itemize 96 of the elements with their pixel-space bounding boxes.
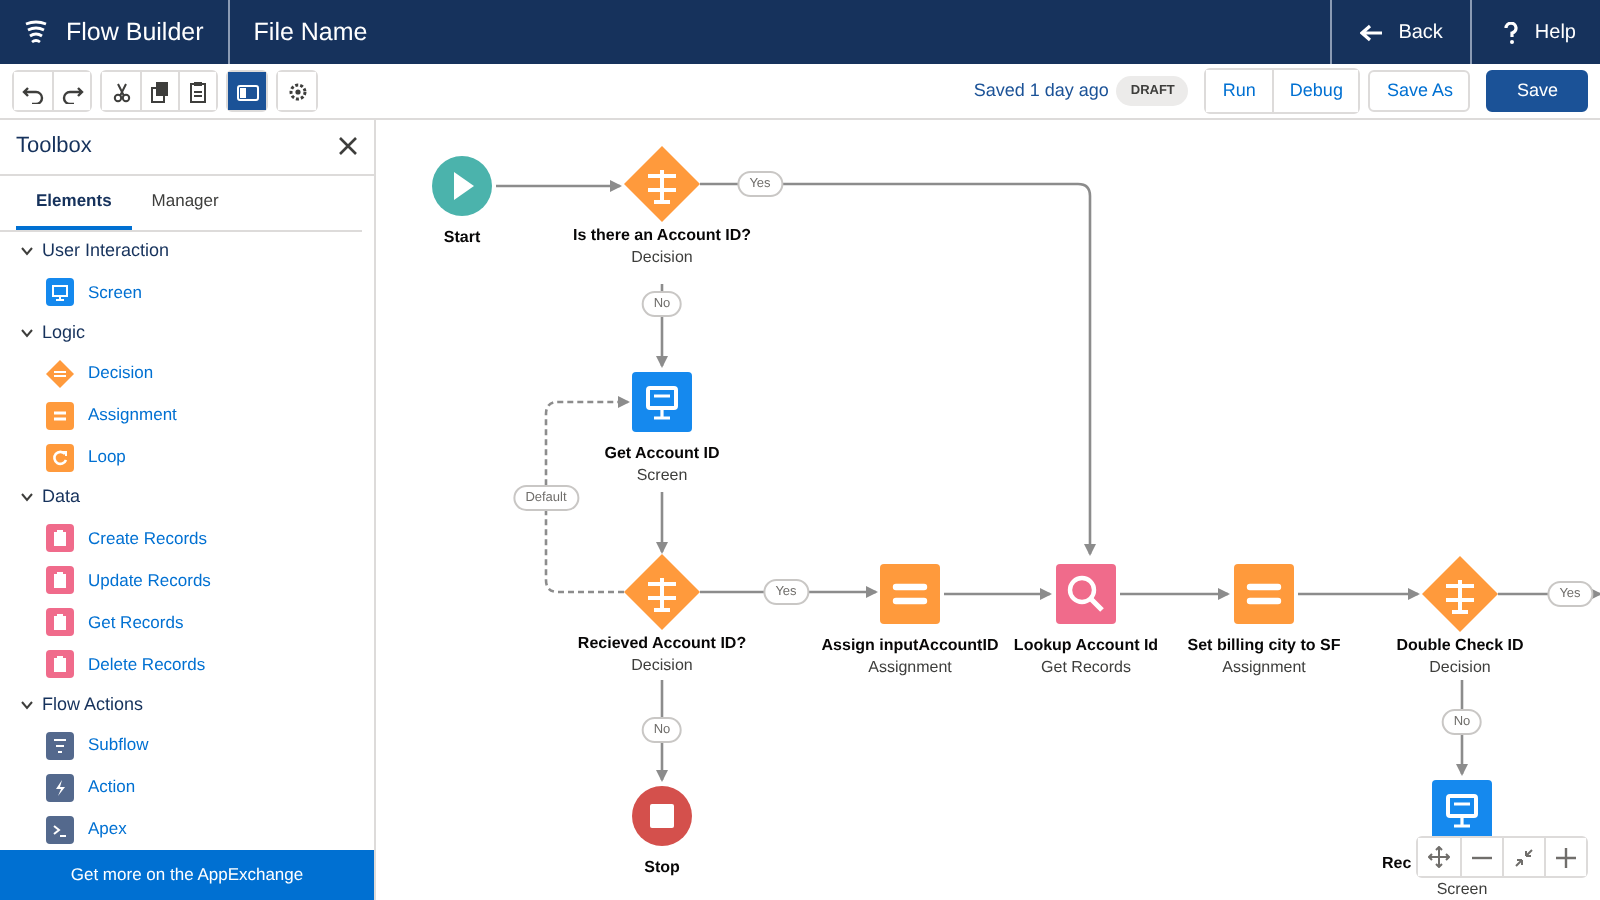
decision-node[interactable] [630,152,694,216]
help-link[interactable]: Help [1504,17,1576,47]
save-status: Saved 1 day ago [973,77,1109,104]
node-type: Get Records [1041,656,1131,680]
toggle-panel-button[interactable] [228,72,266,110]
stop-node[interactable] [630,784,694,848]
chevron-icon[interactable] [20,244,34,259]
signpost-icon [46,359,74,388]
clipboard-icon [46,566,74,595]
zoom-in-button[interactable] [1544,838,1586,876]
node-type: Assignment [1222,656,1306,680]
connector-arrow [1298,588,1420,600]
terminal-icon [46,815,74,844]
equals-icon [46,401,74,430]
connector-arrow [1120,588,1230,600]
panel-tab[interactable]: Manager [131,175,239,230]
clipboard-icon [46,524,74,553]
section-label[interactable]: Data [42,484,81,512]
decision-node[interactable] [1428,562,1492,626]
element-link[interactable]: Screen [88,279,142,305]
section-label[interactable]: User Interaction [42,237,170,265]
element-link[interactable]: Loop [88,444,126,470]
redo-button[interactable] [52,72,90,110]
clipboard-icon [46,608,74,637]
node-title: Is there an Account ID? [572,224,752,248]
screen-node[interactable] [630,370,694,434]
element-link[interactable]: Update Records [88,567,211,594]
save-as-button[interactable]: Save As [1368,70,1471,112]
scissors-icon [109,79,133,103]
appexchange-button[interactable]: Get more on the AppExchange [0,850,374,900]
node-type: Decision [631,654,693,678]
assignment-node[interactable] [878,562,942,626]
element-link[interactable]: Delete Records [88,651,206,677]
node-title: Start [443,226,481,250]
copy-icon [148,79,172,103]
back-arrow-icon [1360,23,1383,41]
chevron-icon[interactable] [20,490,34,505]
flow-logo-icon [24,20,50,44]
node-type: Assignment [868,656,952,680]
debug-button[interactable]: Debug [1271,70,1359,112]
screen-icon [46,277,74,306]
lightning-icon [46,773,74,802]
save-button[interactable]: Save [1486,70,1588,112]
element-link[interactable]: Create Records [88,525,208,552]
assignment-node[interactable] [1232,562,1296,626]
panel-title: Toolbox [16,132,92,163]
element-link[interactable]: Subflow [88,732,149,759]
node-type: Decision [631,246,693,270]
node-title: Get Account ID [604,442,720,466]
connector-arrow [1498,588,1600,600]
app-title: Flow Builder [66,15,204,50]
question-icon [1504,21,1519,43]
plus-icon [1556,847,1576,867]
element-link[interactable]: Apex [88,816,127,842]
node-title: Double Check ID [1396,634,1524,658]
back-link[interactable]: Back [1360,17,1443,47]
start-node[interactable] [430,154,494,218]
node-type: Screen [1436,878,1488,900]
node-title: Rec [1382,852,1412,876]
settings-icon [285,79,309,103]
node-title: Recieved Account ID? [577,632,747,656]
section-label[interactable]: Flow Actions [42,691,144,719]
node-type: Decision [1429,656,1491,680]
close-icon[interactable] [338,136,358,157]
loop-icon [46,443,74,472]
connector-arrow [496,180,622,192]
connector-arrow [944,588,1052,600]
minus-icon [1472,855,1492,859]
element-link[interactable]: Get Records [88,609,184,635]
chevron-icon[interactable] [20,697,34,712]
subflow-icon [46,731,74,760]
element-link[interactable]: Decision [88,360,154,387]
panel-tab[interactable]: Elements [16,175,132,230]
file-name: File Name [253,15,368,50]
clipboard-icon [46,650,74,679]
node-title: Set billing city to SF [1187,634,1341,658]
panel-icon [235,79,259,103]
node-title: Assign inputAccountID [821,634,999,658]
chevron-icon[interactable] [20,325,34,340]
move-icon [1428,846,1450,868]
paste-button[interactable] [178,72,216,110]
node-title: Lookup Account Id [1013,634,1159,658]
screen-node[interactable] [1430,778,1494,842]
connector-arrow [656,284,668,368]
get-records-node[interactable] [1054,562,1118,626]
connector-arrow [656,492,668,554]
decision-node[interactable] [630,560,694,624]
collapse-icon [1514,847,1534,867]
clipboard-icon [186,79,210,103]
element-link[interactable]: Action [88,774,136,801]
node-title: Stop [644,856,680,880]
section-label[interactable]: Logic [42,319,86,347]
element-link[interactable]: Assignment [88,402,177,429]
node-type: Screen [636,464,688,488]
settings-button[interactable] [278,72,316,110]
connector-arrow [1456,680,1468,776]
